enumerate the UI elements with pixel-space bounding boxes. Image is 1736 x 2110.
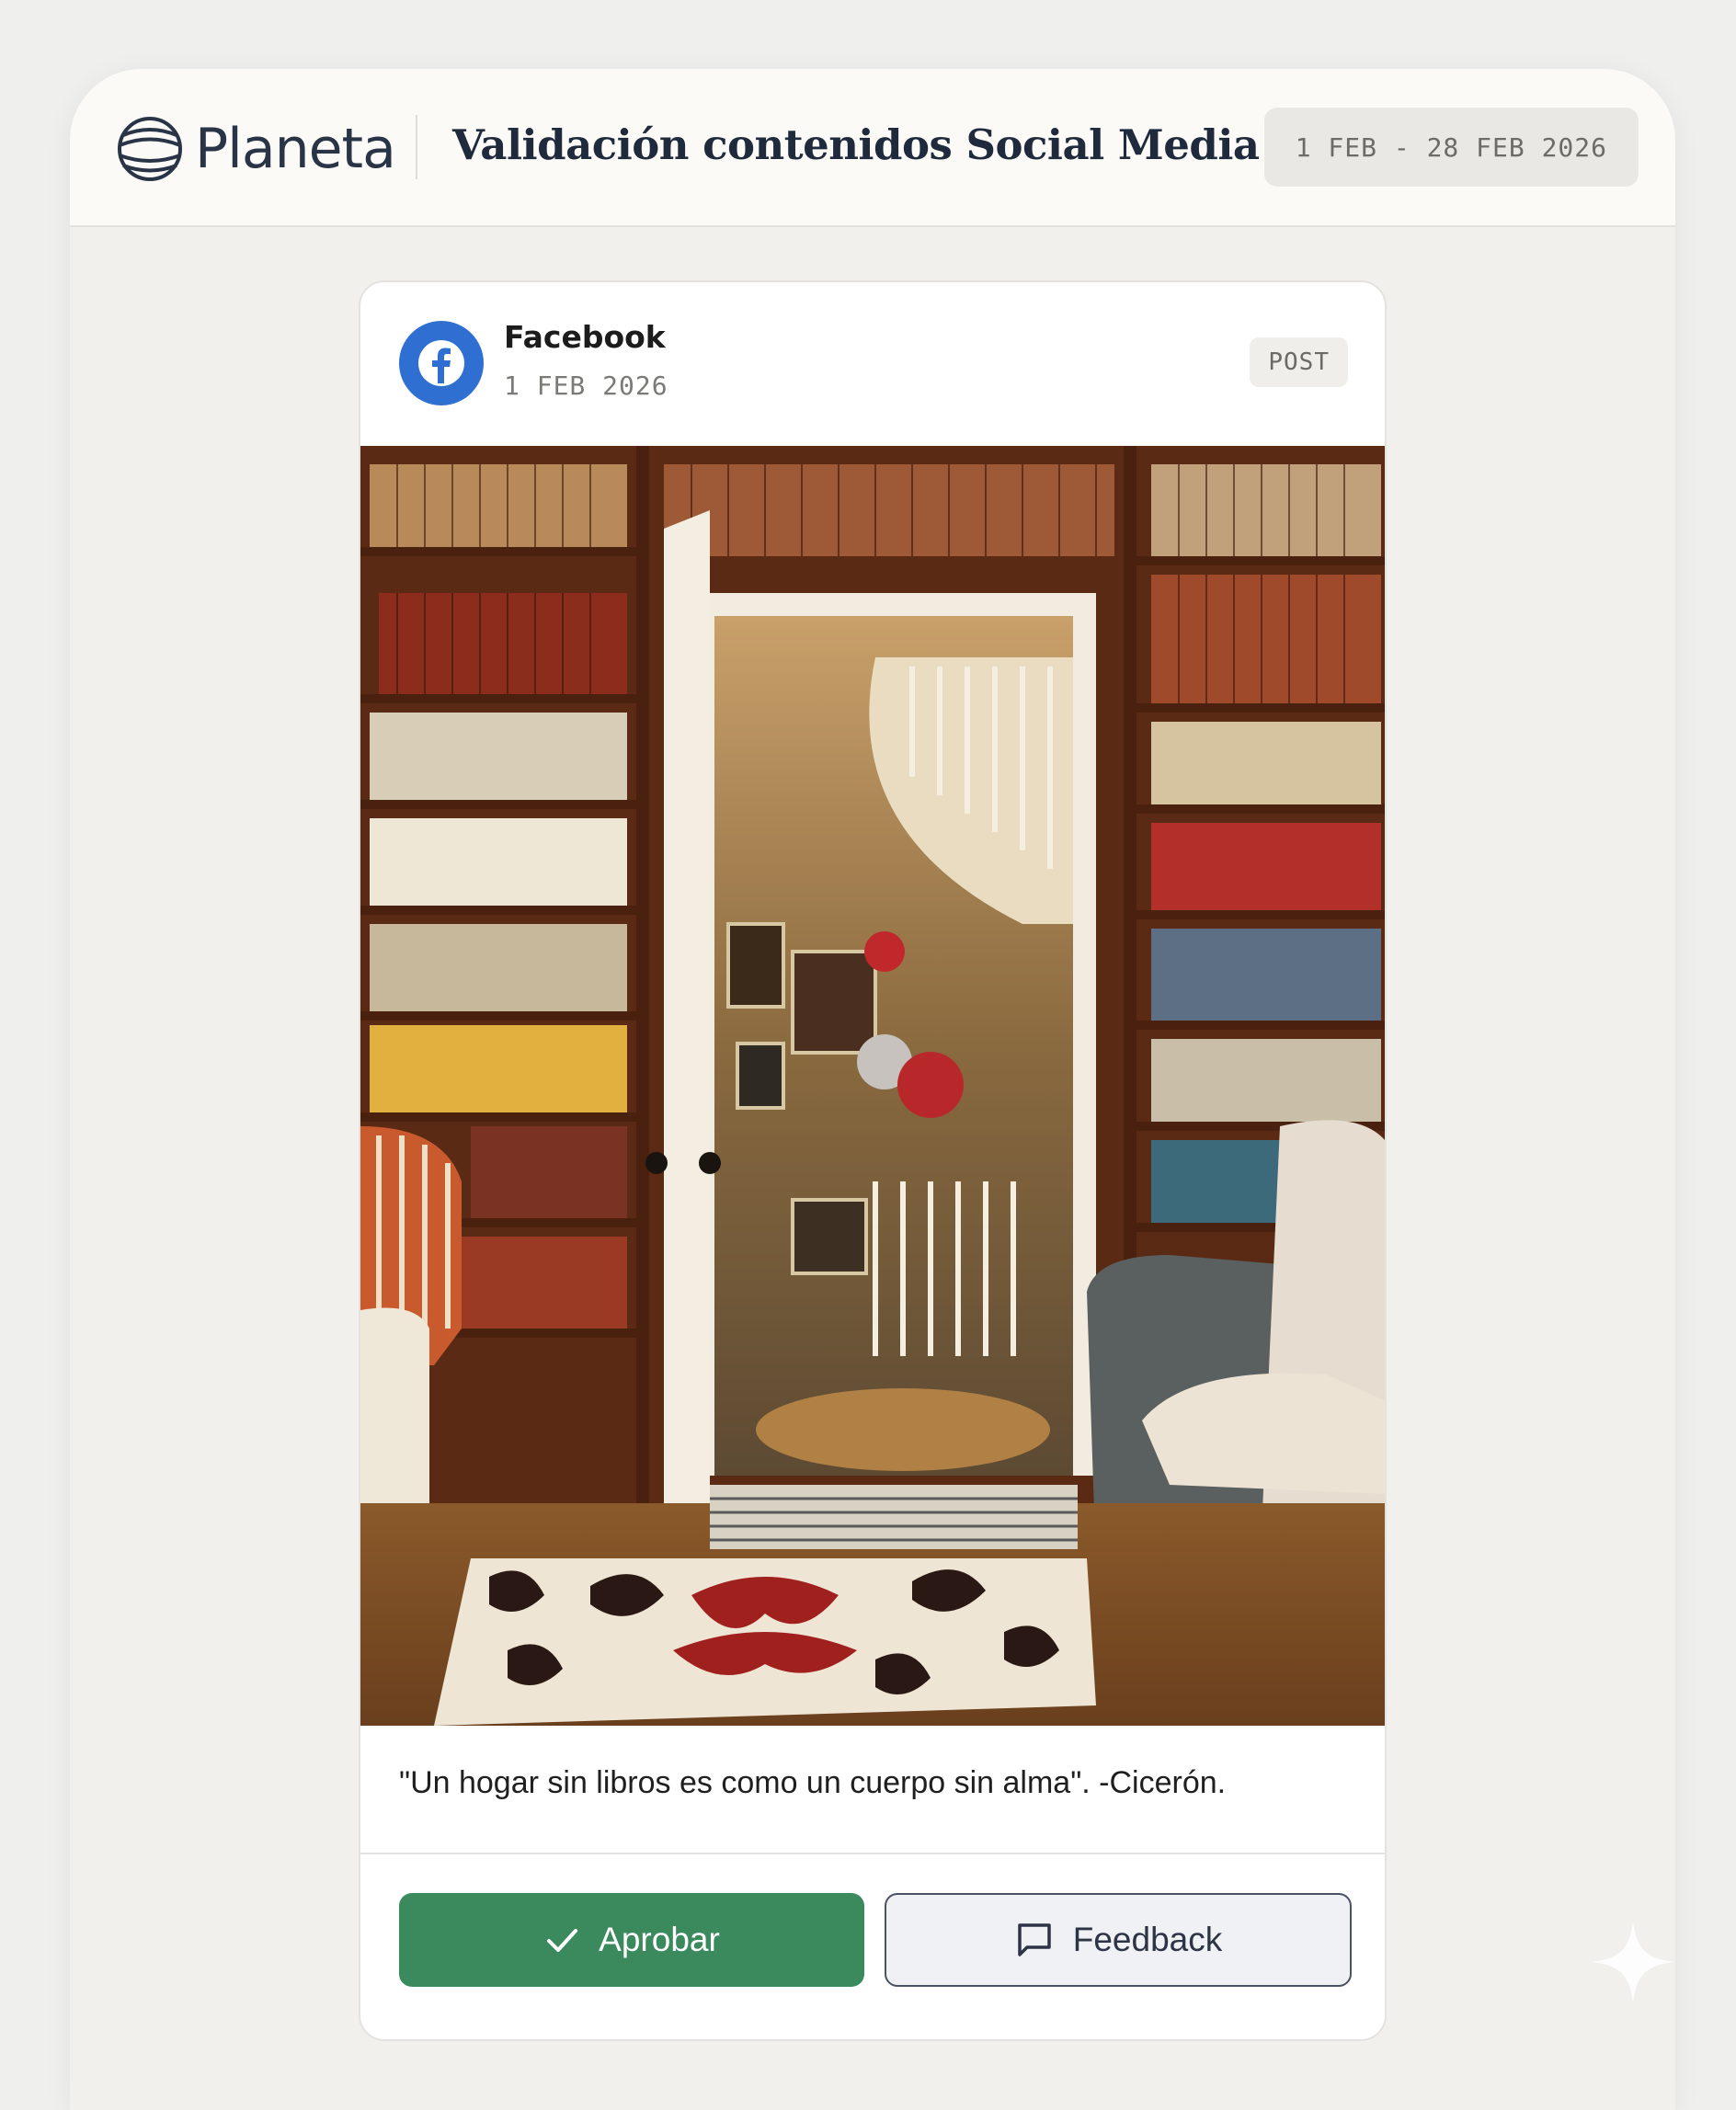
post-date: 1 FEB 2026 [504,371,668,401]
planeta-logo[interactable]: Planeta [116,115,396,183]
feedback-label: Feedback [1072,1921,1223,1958]
check-icon [543,1922,580,1958]
app-header: Planeta Validación contenidos Social Med… [70,69,1675,227]
page-title: Validación contenidos Social Media [452,120,1260,169]
globe-icon [118,117,182,181]
post-image [360,446,1385,1726]
header-divider [416,115,417,179]
post-card: Facebook 1 FEB 2026 POST "Un hogar sin l… [359,280,1387,2041]
approve-button[interactable]: Aprobar [399,1893,864,1987]
comment-icon [1014,1920,1055,1960]
sparkle-icon [1593,1922,1673,2002]
logo-text: Planeta [195,117,396,181]
library-doorway-illustration [360,446,1385,1726]
post-caption: "Un hogar sin libros es como un cuerpo s… [399,1765,1227,1800]
date-range-badge[interactable]: 1 FEB - 28 FEB 2026 [1263,108,1639,187]
approve-label: Aprobar [599,1921,720,1958]
app-window: Planeta Validación contenidos Social Med… [70,69,1675,2110]
feedback-button[interactable]: Feedback [885,1893,1352,1987]
facebook-icon [399,321,484,405]
post-type-badge: POST [1250,337,1348,387]
card-divider [360,1853,1385,1854]
platform-name: Facebook [504,319,666,355]
post-card-header: Facebook 1 FEB 2026 POST [360,282,1385,446]
